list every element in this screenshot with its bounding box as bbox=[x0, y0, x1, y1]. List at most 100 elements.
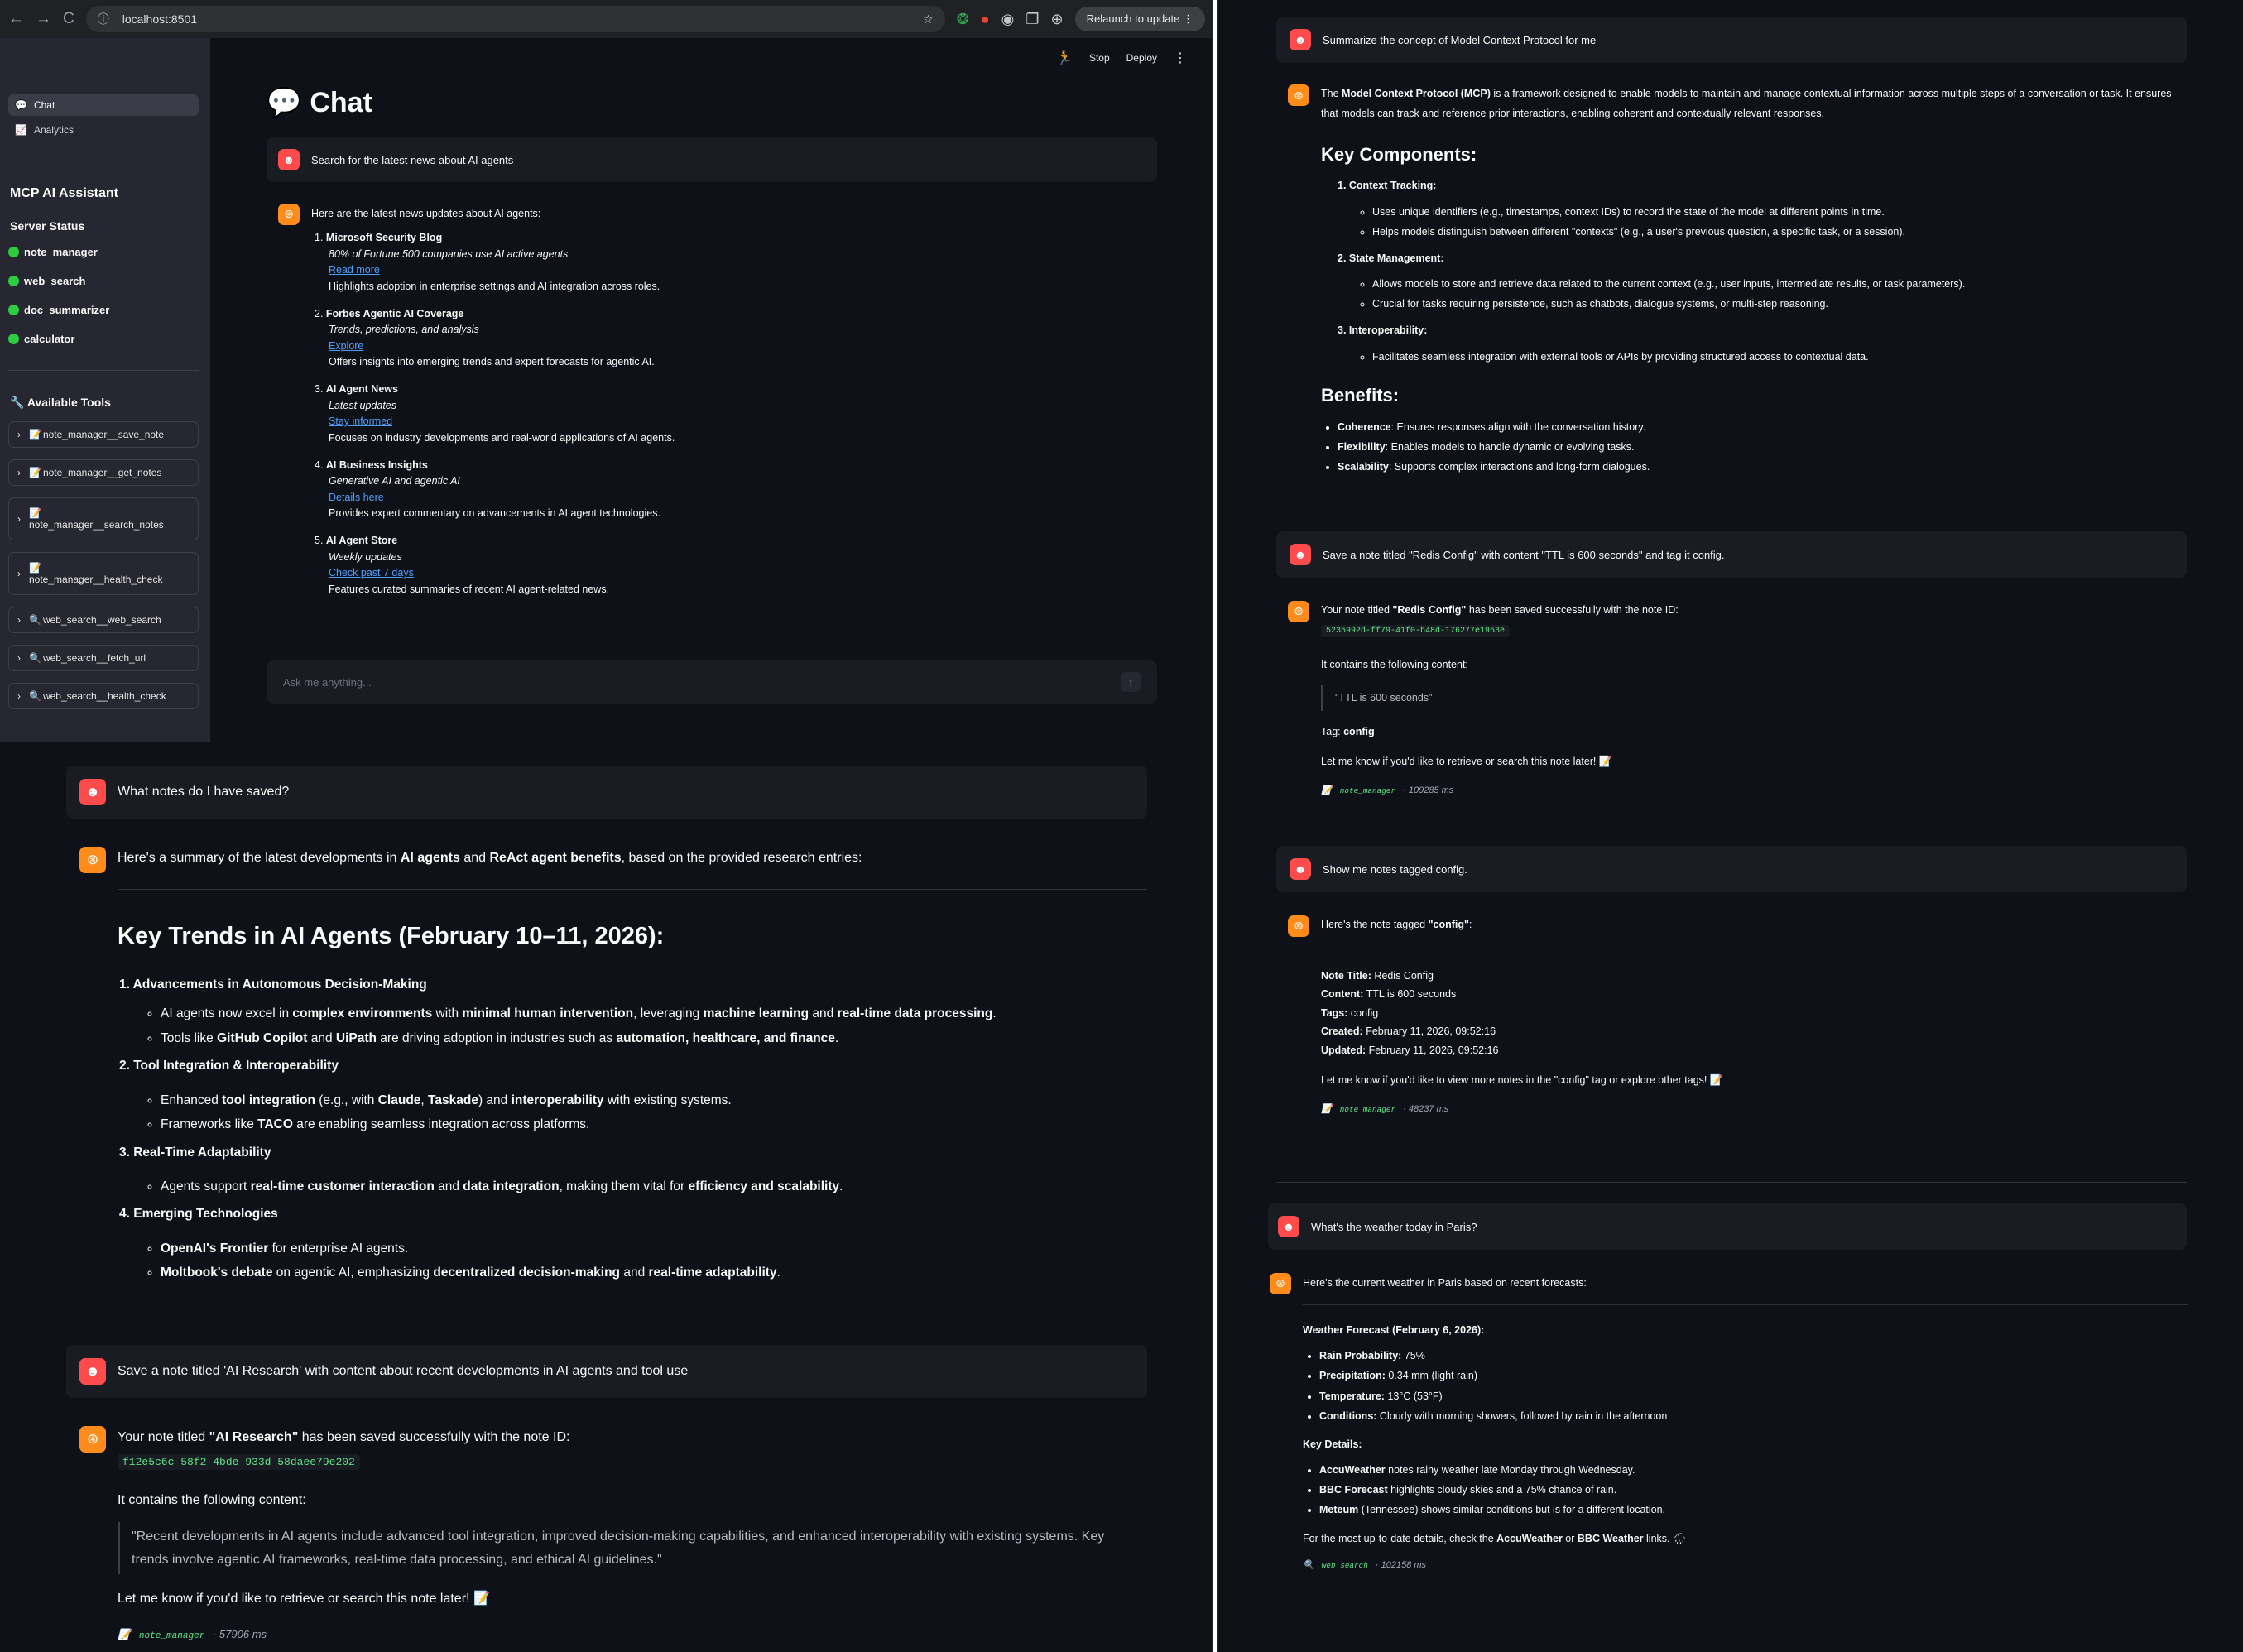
user-avatar-icon: ☻ bbox=[278, 149, 300, 170]
list-number: 2. bbox=[315, 307, 326, 319]
chat-scroll-view: ☻ What notes do I have saved? ⊛ Here's a… bbox=[0, 742, 1213, 1652]
news-item: 1. Microsoft Security Blog 80% of Fortune… bbox=[315, 230, 675, 295]
sub-list: Agents support real-time customer intera… bbox=[119, 1174, 1147, 1198]
news-item: 5. AI Agent Store Weekly updates Check pas… bbox=[315, 533, 675, 598]
chevron-right-icon: › bbox=[17, 652, 21, 664]
sidebar-item-chat[interactable]: 💬 Chat bbox=[8, 94, 199, 116]
tool-call-meta: 📝 note_manager · 48237 ms bbox=[1321, 1102, 2190, 1118]
app-toolbar: 🏃 Stop Deploy ⋮ bbox=[1056, 50, 1187, 66]
extension-icon[interactable]: ❂ bbox=[957, 11, 969, 28]
memo-icon: 📝 bbox=[1709, 1074, 1723, 1086]
page-title-text: Chat bbox=[310, 86, 372, 118]
assistant-message: ⊛ Here's a summary of the latest develop… bbox=[79, 847, 1147, 1289]
extensions-puzzle-icon[interactable]: ❐ bbox=[1025, 11, 1039, 28]
server-status-item: calculator bbox=[8, 333, 199, 345]
trends-list: 1. Advancements in Autonomous Decision-M… bbox=[118, 972, 1147, 1285]
reload-icon[interactable]: C bbox=[63, 10, 74, 28]
user-message: ☻ What notes do I have saved? bbox=[66, 766, 1147, 819]
chevron-right-icon: › bbox=[17, 614, 21, 626]
assistant-avatar-icon: ⊛ bbox=[1288, 84, 1309, 106]
list-item: Helps models distinguish between differe… bbox=[1372, 223, 2190, 243]
news-link[interactable]: Details here bbox=[329, 490, 675, 506]
news-link[interactable]: Read more bbox=[329, 262, 675, 278]
memo-icon: 📝 bbox=[29, 467, 41, 478]
user-avatar-icon: ☻ bbox=[1290, 858, 1311, 880]
server-name: doc_summarizer bbox=[24, 304, 110, 316]
tools-title: 🔧 Available Tools bbox=[10, 396, 199, 410]
note-detail: Tags: config bbox=[1321, 1006, 1379, 1019]
list-item: 4. Emerging Technologies bbox=[119, 1207, 278, 1222]
message-text: Save a note titled "Redis Config" with c… bbox=[1323, 548, 1725, 561]
assistant-message: ⊛ Here's the current weather in Paris ba… bbox=[1270, 1273, 2188, 1575]
assistant-avatar-icon: ⊛ bbox=[79, 847, 106, 873]
benefits-list: Coherence: Ensures responses align with … bbox=[1321, 418, 2190, 477]
extension-icon[interactable]: ● bbox=[981, 11, 990, 28]
news-subtitle: 80% of Fortune 500 companies use AI acti… bbox=[329, 247, 569, 260]
send-icon[interactable]: ↑ bbox=[1121, 672, 1141, 692]
list-item: Scalability: Supports complex interactio… bbox=[1338, 458, 2190, 478]
tool-expander[interactable]: › 📝 note_manager__get_notes bbox=[8, 459, 199, 486]
sidebar-item-analytics[interactable]: 📈 Analytics bbox=[8, 119, 199, 141]
note-detail: Updated: February 11, 2026, 09:52:16 bbox=[1321, 1044, 1499, 1056]
memo-icon: 📝 bbox=[1598, 756, 1612, 767]
search-icon: 🔍 bbox=[29, 652, 41, 664]
list-number: 1. bbox=[315, 232, 326, 244]
list-item: Crucial for tasks requiring persistence,… bbox=[1372, 295, 2190, 315]
search-icon: 🔍 bbox=[1303, 1560, 1314, 1571]
sub-list: Enhanced tool integration (e.g., with Cl… bbox=[119, 1088, 1147, 1137]
server-status-item: note_manager bbox=[8, 246, 199, 258]
user-avatar-icon: ☻ bbox=[1290, 544, 1311, 565]
note-content-quote: "Recent developments in AI agents includ… bbox=[118, 1522, 1147, 1574]
memo-icon: 📝 bbox=[473, 1591, 490, 1606]
tool-expander[interactable]: › 🔍 web_search__fetch_url bbox=[8, 645, 199, 671]
server-name: calculator bbox=[24, 333, 75, 345]
news-link[interactable]: Stay informed bbox=[329, 414, 675, 430]
tool-expander[interactable]: › 📝 note_manager__save_note bbox=[8, 421, 199, 448]
forward-icon[interactable]: → bbox=[36, 10, 51, 28]
message-text: Let me know if you'd like to retrieve or… bbox=[118, 1591, 490, 1606]
message-text: Your note titled "Redis Config" has been… bbox=[1321, 604, 1679, 616]
list-item: 2. State Management: bbox=[1338, 252, 1444, 264]
profile-icon[interactable]: ⊕ bbox=[1051, 11, 1064, 28]
site-info-icon[interactable]: ⓘ bbox=[98, 11, 109, 27]
chevron-right-icon: › bbox=[17, 513, 21, 525]
memo-icon: 📝 bbox=[1321, 1103, 1333, 1114]
status-dot-icon bbox=[8, 305, 19, 315]
sidebar-item-label: Chat bbox=[33, 99, 55, 111]
status-dot-icon bbox=[8, 247, 19, 257]
chat-input[interactable]: Ask me anything... ↑ bbox=[267, 660, 1157, 704]
memo-icon: 📝 bbox=[118, 1627, 132, 1640]
deploy-button[interactable]: Deploy bbox=[1126, 52, 1157, 64]
tool-call-meta: 🔍 web_search · 102158 ms bbox=[1303, 1557, 2188, 1574]
tool-label: web_search__health_check bbox=[42, 690, 166, 702]
relaunch-button[interactable]: Relaunch to update ⋮ bbox=[1074, 7, 1205, 31]
sub-list: Allows models to store and retrieve data… bbox=[1338, 275, 2190, 315]
running-man-icon: 🏃 bbox=[1056, 51, 1073, 65]
bookmark-star-icon[interactable]: ☆ bbox=[923, 12, 934, 26]
tool-expander[interactable]: › 📝 note_manager__search_notes bbox=[8, 497, 199, 540]
latency: · 102158 ms bbox=[1372, 1560, 1427, 1571]
tool-name: note_manager bbox=[138, 1630, 205, 1641]
list-item: Moltbook's debate on agentic AI, emphasi… bbox=[161, 1261, 1147, 1285]
list-item: 3. Real-Time Adaptability bbox=[119, 1145, 271, 1160]
tool-expander[interactable]: › 🔍 web_search__health_check bbox=[8, 683, 199, 709]
app-menu-icon[interactable]: ⋮ bbox=[1174, 50, 1187, 66]
message-text: Save a note titled 'AI Research' with co… bbox=[118, 1364, 689, 1378]
message-text: Let me know if you'd like to retrieve or… bbox=[1321, 756, 1612, 767]
tool-expander[interactable]: › 🔍 web_search__web_search bbox=[8, 607, 199, 633]
list-number: 5. bbox=[315, 535, 326, 547]
tool-expander[interactable]: › 📝 note_manager__health_check bbox=[8, 552, 199, 595]
message-text: Your note titled "AI Research" has been … bbox=[118, 1430, 570, 1444]
back-icon[interactable]: ← bbox=[8, 10, 24, 28]
stop-button[interactable]: Stop bbox=[1089, 52, 1110, 64]
list-item: Precipitation: 0.34 mm (light rain) bbox=[1319, 1366, 2188, 1385]
user-message: ☻ Save a note titled "Redis Config" with… bbox=[1276, 531, 2187, 578]
extension-icon[interactable]: ◉ bbox=[1001, 11, 1015, 28]
news-link[interactable]: Explore bbox=[329, 339, 675, 354]
assistant-message: ⊛ Your note titled "AI Research" has bee… bbox=[79, 1426, 1147, 1645]
address-bar[interactable]: ⓘ localhost:8501 ☆ bbox=[85, 6, 945, 32]
chat-input-placeholder: Ask me anything... bbox=[283, 675, 372, 689]
assistant-avatar-icon: ⊛ bbox=[278, 204, 300, 225]
news-link[interactable]: Check past 7 days bbox=[329, 565, 675, 581]
list-item: Coherence: Ensures responses align with … bbox=[1338, 418, 2190, 438]
